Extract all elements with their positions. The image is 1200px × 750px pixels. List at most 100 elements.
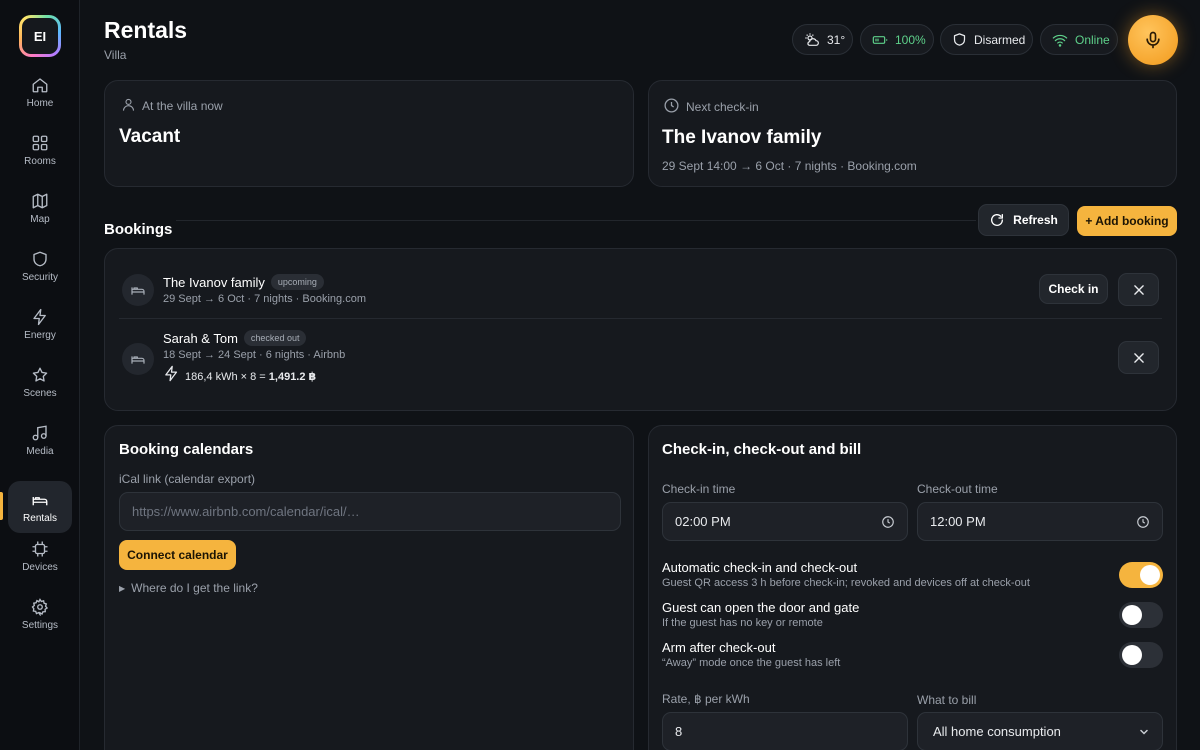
sidebar-item-label: Home	[26, 97, 54, 109]
logo-text: EI	[22, 18, 58, 54]
sidebar-item-map[interactable]: Map	[8, 182, 72, 234]
sun-cloud-icon	[804, 32, 820, 48]
disclosure-triangle-icon: ▶	[119, 583, 126, 593]
battery-icon	[872, 32, 888, 48]
chevron-down-icon	[1138, 726, 1150, 738]
bed-icon	[122, 274, 154, 306]
guest-door-toggle[interactable]	[1119, 602, 1163, 628]
checkin-settings-card: Check-in, check-out and bill Check-in ti…	[648, 425, 1177, 750]
toggle-knob	[1140, 565, 1160, 585]
booking-meta: 29 Sept → 6 Oct · 7 nights · Booking.com	[163, 293, 366, 305]
bill-scope-label: What to bill	[917, 693, 977, 707]
guest-door-desc: If the guest has no key or remote	[662, 617, 823, 629]
app-logo[interactable]: EI	[19, 15, 61, 57]
page-subtitle: Villa	[104, 48, 127, 62]
checkin-time-label: Check-in time	[662, 482, 736, 496]
checkout-time-input[interactable]: 12:00 PM	[917, 502, 1163, 541]
checkin-settings-title: Check-in, check-out and bill	[662, 441, 862, 458]
arm-after-checkout-title: Arm after check-out	[662, 640, 776, 655]
microphone-icon	[1143, 30, 1163, 50]
checkin-time-value: 02:00 PM	[675, 514, 731, 529]
checkout-time-label: Check-out time	[917, 482, 998, 496]
gear-icon	[31, 597, 49, 616]
toggle-knob	[1122, 645, 1142, 665]
home-icon	[31, 76, 49, 94]
wifi-icon	[1052, 32, 1068, 48]
auto-checkin-desc: Guest QR access 3 h before check-in; rev…	[662, 577, 1030, 589]
chip-icon	[31, 540, 49, 558]
rate-label: Rate, ฿ per kWh	[662, 692, 750, 706]
add-booking-button[interactable]: + Add booking	[1077, 206, 1177, 236]
next-checkin-card: Next check-in The Ivanov family 29 Sept …	[648, 80, 1177, 187]
booking-calendars-card: Booking calendars iCal link (calendar ex…	[104, 425, 634, 750]
current-guest-label: At the villa now	[142, 99, 223, 113]
delete-booking-button[interactable]	[1118, 273, 1159, 306]
booking-guest-name: The Ivanov family	[163, 274, 265, 290]
energy-formula: 186,4 kWh × 8 =	[185, 371, 269, 383]
security-pill[interactable]: Disarmed	[940, 24, 1033, 55]
sidebar-item-label: Devices	[22, 561, 58, 573]
sidebar-item-security[interactable]: Security	[8, 240, 72, 292]
section-divider	[176, 220, 976, 221]
calendar-help-toggle[interactable]: ▶ Where do I get the link?	[119, 581, 258, 595]
rate-input[interactable]: 8	[662, 712, 908, 750]
clock-icon	[663, 97, 680, 114]
bolt-icon	[163, 364, 180, 383]
current-guest-value: Vacant	[119, 126, 181, 147]
clock-icon	[1136, 515, 1150, 529]
check-in-button[interactable]: Check in	[1039, 274, 1108, 304]
ical-url-input[interactable]: https://www.airbnb.com/calendar/ical/…	[119, 492, 621, 531]
page-title: Rentals	[104, 17, 188, 43]
sidebar-item-settings[interactable]: Settings	[8, 588, 72, 640]
arm-after-checkout-toggle[interactable]	[1119, 642, 1163, 668]
music-icon	[31, 424, 49, 442]
next-checkin-label: Next check-in	[686, 100, 759, 114]
sidebar-item-rooms[interactable]: Rooms	[8, 124, 72, 176]
auto-checkin-title: Automatic check-in and check-out	[662, 560, 858, 575]
grid-icon	[31, 134, 49, 152]
clock-icon	[881, 515, 895, 529]
battery-pill[interactable]: 100%	[860, 24, 934, 55]
sidebar-item-label: Media	[26, 445, 54, 457]
calendars-title: Booking calendars	[119, 441, 254, 458]
bolt-icon	[31, 308, 49, 326]
shield-icon	[31, 250, 49, 268]
next-checkin-guest: The Ivanov family	[662, 127, 822, 148]
sidebar-item-rentals[interactable]: Rentals	[8, 481, 72, 533]
sidebar-item-media[interactable]: Media	[8, 414, 72, 466]
connect-calendar-button[interactable]: Connect calendar	[119, 540, 236, 570]
sidebar-item-label: Rentals	[23, 512, 57, 524]
refresh-button[interactable]: Refresh	[978, 204, 1069, 236]
checkin-time-input[interactable]: 02:00 PM	[662, 502, 908, 541]
booking-guest-row: The Ivanov family upcoming	[163, 274, 324, 290]
sidebar-item-devices[interactable]: Devices	[8, 530, 72, 582]
energy-bill-row: 186,4 kWh × 8 = 1,491.2 ฿	[163, 364, 316, 383]
bill-scope-value: All home consumption	[933, 724, 1061, 739]
booking-meta: 18 Sept → 24 Sept · 6 nights · Airbnb	[163, 349, 346, 361]
sidebar-item-home[interactable]: Home	[8, 66, 72, 118]
energy-calculation: 186,4 kWh × 8 = 1,491.2 ฿	[185, 370, 316, 383]
delete-booking-button[interactable]	[1118, 341, 1159, 374]
voice-assistant-button[interactable]	[1128, 15, 1178, 65]
sidebar-item-label: Map	[30, 213, 50, 225]
network-pill[interactable]: Online	[1040, 24, 1118, 55]
close-icon	[1132, 283, 1146, 297]
sidebar-item-energy[interactable]: Energy	[8, 298, 72, 350]
list-item[interactable]: The Ivanov family upcoming 29 Sept → 6 O…	[105, 249, 1176, 318]
list-item[interactable]: Sarah & Tom checked out 18 Sept → 24 Sep…	[105, 319, 1176, 411]
weather-pill[interactable]: 31°	[792, 24, 853, 55]
map-icon	[31, 192, 49, 210]
calendar-help-label: Where do I get the link?	[131, 581, 258, 595]
toggle-knob	[1122, 605, 1142, 625]
sidebar-item-label: Energy	[24, 329, 56, 341]
status-badge: upcoming	[270, 274, 324, 290]
current-guest-card: At the villa now Vacant	[104, 80, 634, 187]
status-badge: checked out	[243, 330, 307, 346]
bill-scope-select[interactable]: All home consumption	[917, 712, 1163, 750]
energy-total: 1,491.2 ฿	[268, 371, 317, 383]
sidebar-item-label: Settings	[21, 619, 59, 631]
bookings-title: Bookings	[104, 221, 173, 238]
sidebar-item-scenes[interactable]: Scenes	[8, 356, 72, 408]
next-checkin-meta: 29 Sept 14:00 → 6 Oct · 7 nights · Booki…	[662, 159, 917, 173]
auto-checkin-toggle[interactable]	[1119, 562, 1163, 588]
